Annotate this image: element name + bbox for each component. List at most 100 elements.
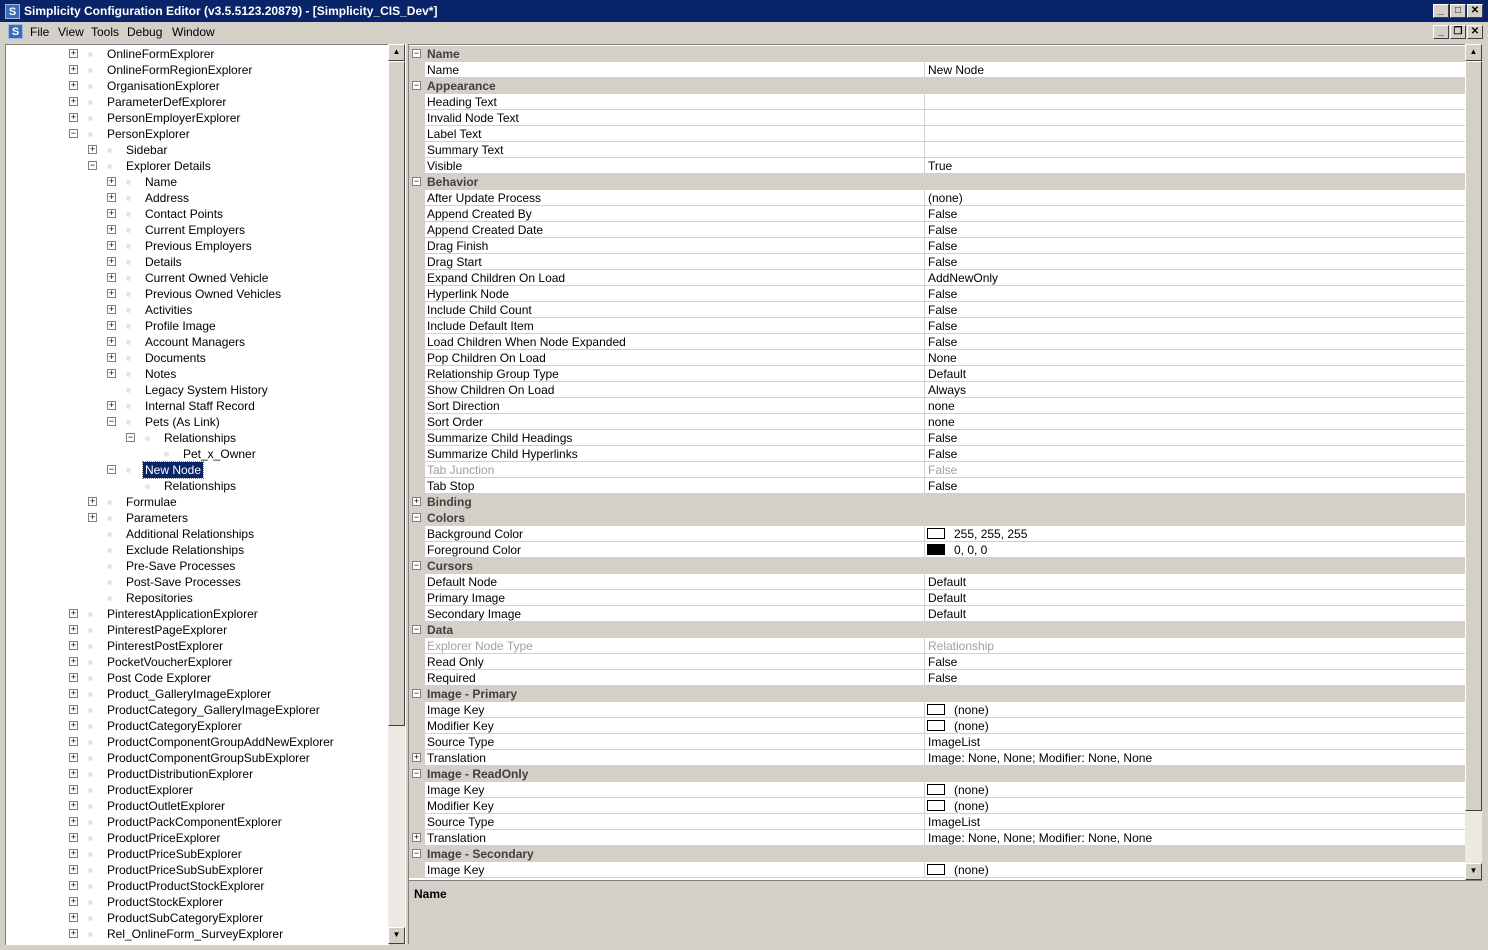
property-row[interactable]: Explorer Node Type Relationship [409,638,1465,654]
expand-icon[interactable]: + [69,929,78,938]
tree-node[interactable]: + PocketVoucherExplorer [6,654,389,670]
expand-icon[interactable]: + [69,833,78,842]
expand-icon[interactable]: + [107,257,116,266]
expand-icon[interactable]: + [88,513,97,522]
tree-node[interactable]: + ProductPriceSubExplorer [6,846,389,862]
expand-icon[interactable]: + [107,353,116,362]
property-value[interactable]: False [928,431,957,445]
tree-node[interactable]: + ProductOutletExplorer [6,798,389,814]
tree-node[interactable]: − PersonExplorer [6,126,389,142]
tree-node-label[interactable]: PinterestPageExplorer [105,622,229,638]
expand-icon[interactable]: + [69,81,78,90]
tree-node-label[interactable]: Contact Points [143,206,225,222]
scroll-down-arrow-icon[interactable]: ▼ [1465,863,1482,880]
property-row[interactable]: Show Children On Load Always [409,382,1465,398]
property-value[interactable]: 255, 255, 255 [954,527,1027,541]
tree-node[interactable]: + ProductComponentGroupSubExplorer [6,750,389,766]
column-divider[interactable] [924,590,925,606]
property-category[interactable]: − Appearance [409,78,1465,94]
tree-node[interactable]: + Parameters [6,510,389,526]
tree-node[interactable]: + ProductExplorer [6,782,389,798]
tree-node-label[interactable]: Profile Image [143,318,218,334]
expand-icon[interactable]: + [69,113,78,122]
tree-node-label[interactable]: Exclude Relationships [124,542,246,558]
tree-node-label[interactable]: ProductPriceSubSubExplorer [105,862,265,878]
tree-scrollbar[interactable]: ▲ ▼ [388,44,405,944]
tree-node-label[interactable]: ProductComponentGroupSubExplorer [105,750,312,766]
tree-node-label[interactable]: ProductStockExplorer [105,894,225,910]
property-row[interactable]: Background Color 255, 255, 255 [409,526,1465,542]
column-divider[interactable] [924,718,925,734]
expand-icon[interactable]: + [69,689,78,698]
column-divider[interactable] [924,782,925,798]
property-row[interactable]: Label Text [409,126,1465,142]
property-value[interactable]: False [928,335,957,349]
tree-node-label[interactable]: Current Employers [143,222,247,238]
column-divider[interactable] [924,478,925,494]
collapse-icon[interactable]: − [412,769,421,778]
column-divider[interactable] [924,830,925,846]
collapse-icon[interactable]: − [412,849,421,858]
tree-node-label[interactable]: Previous Owned Vehicles [143,286,283,302]
maximize-button[interactable]: □ [1450,4,1466,18]
expand-icon[interactable]: + [88,497,97,506]
property-row[interactable]: Relationship Group Type Default [409,366,1465,382]
property-row[interactable]: Invalid Node Text [409,110,1465,126]
column-divider[interactable] [924,750,925,766]
column-divider[interactable] [924,462,925,478]
property-value[interactable]: (none) [954,863,989,877]
property-row[interactable]: Visible True [409,158,1465,174]
tree-node-label[interactable]: ProductPriceExplorer [105,830,222,846]
column-divider[interactable] [924,366,925,382]
property-row[interactable]: After Update Process (none) [409,190,1465,206]
expand-icon[interactable]: + [69,737,78,746]
tree-node-label[interactable]: ProductExplorer [105,782,195,798]
expand-icon[interactable]: + [88,145,97,154]
expand-icon[interactable]: + [107,321,116,330]
column-divider[interactable] [924,734,925,750]
tree-node[interactable]: + ProductPackComponentExplorer [6,814,389,830]
expand-icon[interactable]: + [69,785,78,794]
property-row[interactable]: Expand Children On Load AddNewOnly [409,270,1465,286]
expand-icon[interactable]: + [107,273,116,282]
tree-node[interactable]: + ProductStockExplorer [6,894,389,910]
property-value[interactable]: (none) [928,191,963,205]
tree-node[interactable]: + ProductCategory_GalleryImageExplorer [6,702,389,718]
column-divider[interactable] [924,126,925,142]
column-divider[interactable] [924,286,925,302]
property-value[interactable]: Default [928,591,966,605]
expand-icon[interactable]: + [69,865,78,874]
collapse-icon[interactable]: − [412,513,421,522]
expand-icon[interactable]: + [107,241,116,250]
tree-node[interactable]: + Details [6,254,389,270]
property-row[interactable]: Name New Node [409,62,1465,78]
collapse-icon[interactable]: − [412,625,421,634]
tree-node[interactable]: Additional Relationships [6,526,389,542]
property-category[interactable]: + Binding [409,494,1465,510]
property-value[interactable]: ImageList [928,815,980,829]
column-divider[interactable] [924,142,925,158]
tree-node[interactable]: − Pets (As Link) [6,414,389,430]
property-value[interactable]: Relationship [928,639,994,653]
mdi-minimize-button[interactable]: _ [1433,25,1449,39]
property-row[interactable]: Foreground Color 0, 0, 0 [409,542,1465,558]
property-category[interactable]: − Cursors [409,558,1465,574]
property-row[interactable]: Modifier Key (none) [409,718,1465,734]
column-divider[interactable] [924,430,925,446]
column-divider[interactable] [924,654,925,670]
menu-tools[interactable]: Tools [91,25,119,39]
tree-node-label[interactable]: Address [143,190,191,206]
tree-node[interactable]: + Account Managers [6,334,389,350]
scroll-up-arrow-icon[interactable]: ▲ [1465,44,1482,61]
tree-node-label[interactable]: Activities [143,302,194,318]
tree-node[interactable]: − New Node [6,461,389,479]
property-row[interactable]: Modifier Key (none) [409,798,1465,814]
expand-icon[interactable]: + [412,833,421,842]
tree-node[interactable]: + Rel_OnlineForm_SurveyExplorer [6,926,389,942]
menu-debug[interactable]: Debug [127,25,162,39]
property-value[interactable]: False [928,255,957,269]
minimize-button[interactable]: _ [1433,4,1449,18]
tree-node[interactable]: + ProductCategoryExplorer [6,718,389,734]
tree-node-label[interactable]: New Node [141,461,205,479]
property-value[interactable]: (none) [954,783,989,797]
